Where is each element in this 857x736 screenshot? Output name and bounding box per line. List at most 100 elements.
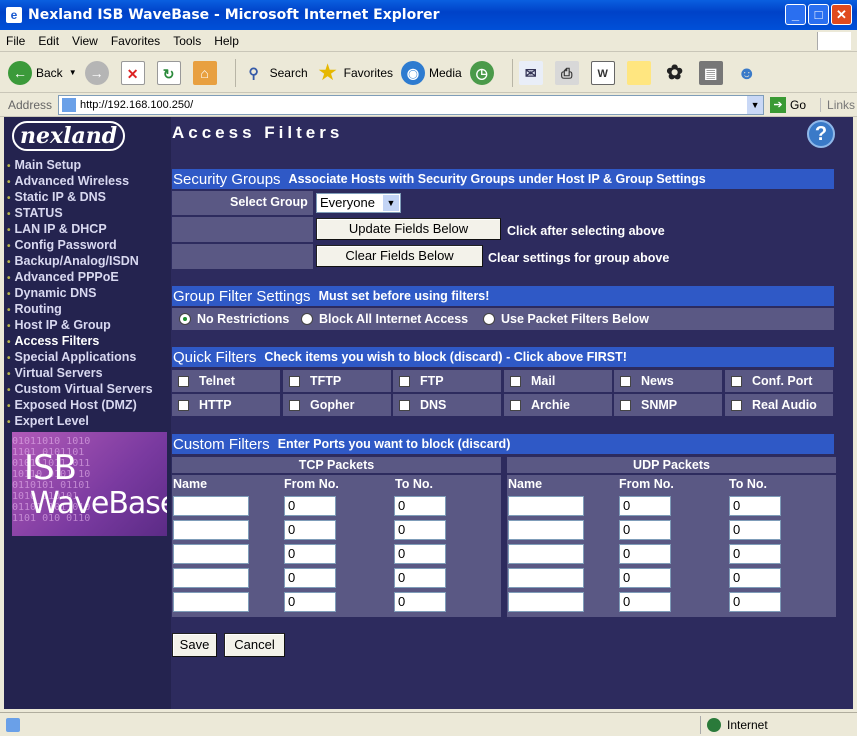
tcp-from-input[interactable]: 0 <box>284 568 336 588</box>
tcp-name-input[interactable] <box>173 568 249 588</box>
checkbox[interactable] <box>289 375 300 387</box>
radio-button[interactable] <box>301 313 313 325</box>
radio-button-selected[interactable] <box>179 313 191 325</box>
udp-from-input[interactable]: 0 <box>619 568 671 588</box>
sidebar-item-advanced-pppoe[interactable]: • Advanced PPPoE <box>7 269 153 285</box>
checkbox[interactable] <box>731 399 742 411</box>
sidebar-item-dynamic-dns[interactable]: • Dynamic DNS <box>7 285 153 301</box>
checkbox[interactable] <box>510 399 521 411</box>
menu-help[interactable]: Help <box>214 34 239 48</box>
udp-name-input[interactable] <box>508 496 584 516</box>
messenger-button[interactable]: ☻ <box>735 61 763 85</box>
menu-edit[interactable]: Edit <box>38 34 59 48</box>
group-select[interactable]: Everyone ▼ <box>316 193 401 213</box>
sidebar-item-expert-level[interactable]: • Expert Level <box>7 413 153 429</box>
checkbox[interactable] <box>399 399 410 411</box>
quick-filter-archie[interactable]: Archie <box>504 394 612 416</box>
checkbox[interactable] <box>399 375 410 387</box>
checkbox[interactable] <box>620 399 631 411</box>
quick-filter-dns[interactable]: DNS <box>393 394 501 416</box>
minimize-button[interactable]: _ <box>785 4 806 25</box>
checkbox[interactable] <box>731 375 742 387</box>
sidebar-item-config-password[interactable]: • Config Password <box>7 237 153 253</box>
tcp-from-input[interactable]: 0 <box>284 544 336 564</box>
checkbox[interactable] <box>510 375 521 387</box>
chevron-down-icon[interactable]: ▼ <box>747 95 764 114</box>
sidebar-item-access-filters[interactable]: • Access Filters <box>7 333 153 349</box>
tcp-to-input[interactable]: 0 <box>394 496 446 516</box>
menu-tools[interactable]: Tools <box>173 34 201 48</box>
sidebar-item-virtual-servers[interactable]: • Virtual Servers <box>7 365 153 381</box>
udp-name-input[interactable] <box>508 544 584 564</box>
tcp-to-input[interactable]: 0 <box>394 520 446 540</box>
sidebar-item-advanced-wireless[interactable]: • Advanced Wireless <box>7 173 153 189</box>
favorites-button[interactable]: ★ Favorites <box>316 61 393 85</box>
quick-filter-real-audio[interactable]: Real Audio <box>725 394 833 416</box>
udp-from-input[interactable]: 0 <box>619 496 671 516</box>
quick-filter-mail[interactable]: Mail <box>504 370 612 392</box>
help-icon[interactable]: ? <box>807 120 835 148</box>
tcp-name-input[interactable] <box>173 496 249 516</box>
menu-file[interactable]: File <box>6 34 25 48</box>
history-button[interactable]: ◷ <box>469 60 498 85</box>
checkbox[interactable] <box>289 399 300 411</box>
sidebar-item-special-applications[interactable]: • Special Applications <box>7 349 153 365</box>
tcp-from-input[interactable]: 0 <box>284 592 336 612</box>
tcp-from-input[interactable]: 0 <box>284 496 336 516</box>
back-button[interactable]: ← Back ▼ <box>8 60 77 85</box>
udp-to-input[interactable]: 0 <box>729 592 781 612</box>
search-button[interactable]: ⚲ Search <box>242 61 307 85</box>
menu-favorites[interactable]: Favorites <box>111 34 160 48</box>
media-button[interactable]: ◉ Media <box>401 60 462 85</box>
menu-view[interactable]: View <box>72 34 98 48</box>
sidebar-item-lan-ip-dhcp[interactable]: • LAN IP & DHCP <box>7 221 153 237</box>
sidebar-item-custom-virtual-servers[interactable]: • Custom Virtual Servers <box>7 381 153 397</box>
close-button[interactable]: ✕ <box>831 4 852 25</box>
clear-fields-button[interactable]: Clear Fields Below <box>316 245 483 267</box>
quick-filter-http[interactable]: HTTP <box>172 394 280 416</box>
udp-from-input[interactable]: 0 <box>619 520 671 540</box>
udp-to-input[interactable]: 0 <box>729 544 781 564</box>
tcp-name-input[interactable] <box>173 544 249 564</box>
sidebar-item-host-ip-group[interactable]: • Host IP & Group <box>7 317 153 333</box>
maximize-button[interactable]: □ <box>808 4 829 25</box>
print-button[interactable]: ⎙ <box>554 60 583 85</box>
udp-name-input[interactable] <box>508 592 584 612</box>
quick-filter-news[interactable]: News <box>614 370 722 392</box>
udp-to-input[interactable]: 0 <box>729 520 781 540</box>
go-button[interactable]: ➔ Go <box>770 96 806 113</box>
radio-no-restrictions[interactable]: No Restrictions <box>179 312 289 326</box>
udp-from-input[interactable]: 0 <box>619 544 671 564</box>
tcp-from-input[interactable]: 0 <box>284 520 336 540</box>
refresh-button[interactable]: ↻ <box>156 60 185 85</box>
quick-filter-conf-port[interactable]: Conf. Port <box>725 370 833 392</box>
udp-name-input[interactable] <box>508 568 584 588</box>
checkbox[interactable] <box>178 399 189 411</box>
quick-filter-tftp[interactable]: TFTP <box>283 370 391 392</box>
update-fields-button[interactable]: Update Fields Below <box>316 218 501 240</box>
tcp-to-input[interactable]: 0 <box>394 592 446 612</box>
links-button[interactable]: Links <box>820 97 855 112</box>
stop-button[interactable]: ✕ <box>120 60 149 85</box>
radio-button[interactable] <box>483 313 495 325</box>
forward-button[interactable]: → <box>84 60 113 85</box>
edit-button[interactable]: W <box>590 60 619 85</box>
quick-filter-snmp[interactable]: SNMP <box>614 394 722 416</box>
udp-to-input[interactable]: 0 <box>729 496 781 516</box>
flower-button[interactable]: ✿ <box>663 61 691 85</box>
tcp-to-input[interactable]: 0 <box>394 568 446 588</box>
udp-from-input[interactable]: 0 <box>619 592 671 612</box>
udp-name-input[interactable] <box>508 520 584 540</box>
quick-filter-gopher[interactable]: Gopher <box>283 394 391 416</box>
notes-button[interactable] <box>626 60 655 85</box>
tcp-to-input[interactable]: 0 <box>394 544 446 564</box>
address-input[interactable]: http://192.168.100.250/ ▼ <box>58 94 765 115</box>
home-button[interactable]: ⌂ <box>192 60 221 85</box>
sidebar-item-static-ip-dns[interactable]: • Static IP & DNS <box>7 189 153 205</box>
mail-button[interactable]: ✉ <box>518 60 547 85</box>
sidebar-item-routing[interactable]: • Routing <box>7 301 153 317</box>
sidebar-item-exposed-host[interactable]: • Exposed Host (DMZ) <box>7 397 153 413</box>
cancel-button[interactable]: Cancel <box>224 633 285 657</box>
udp-to-input[interactable]: 0 <box>729 568 781 588</box>
quick-filter-ftp[interactable]: FTP <box>393 370 501 392</box>
